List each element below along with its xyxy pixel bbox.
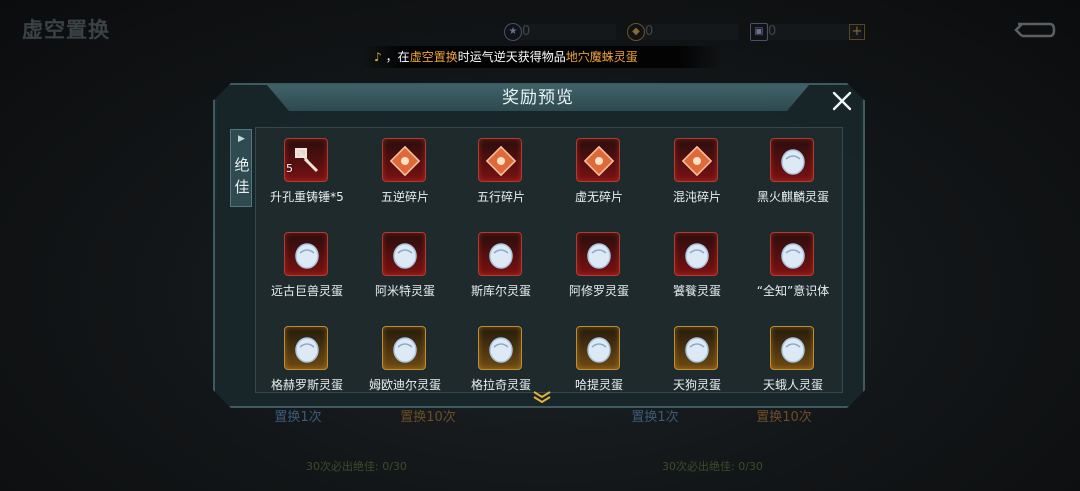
spirit-egg-icon bbox=[284, 232, 328, 276]
guarantee-text: 30次必出绝佳: 0/30 bbox=[306, 460, 407, 473]
guarantee-text: 30次必出绝佳: 0/30 bbox=[662, 460, 763, 473]
reward-item[interactable]: 格拉奇灵蛋 bbox=[452, 320, 550, 393]
spirit-egg-icon bbox=[284, 326, 328, 370]
reward-preview-modal: 奖励预览 ▶ 绝佳 5 升孔重铸锤*5 五逆碎片 五行碎片 虚无碎片 混沌碎片 黑火麒麟灵蛋… bbox=[213, 83, 865, 408]
item-label: “全知”意识体 bbox=[756, 284, 830, 298]
currency-value: 0 bbox=[768, 24, 777, 39]
bell-icon: ♪ bbox=[374, 50, 382, 64]
spirit-egg-icon bbox=[576, 232, 620, 276]
announcement-place: 虚空置换 bbox=[409, 50, 458, 64]
hammer-icon bbox=[284, 138, 328, 182]
modal-title: 奖励预览 bbox=[267, 85, 809, 111]
fragment-icon bbox=[576, 138, 620, 182]
reward-item[interactable]: 五行碎片 bbox=[452, 132, 550, 214]
spirit-egg-icon bbox=[770, 232, 814, 276]
item-label: 天蛾人灵蛋 bbox=[762, 378, 823, 392]
add-currency-button[interactable]: + bbox=[849, 24, 865, 40]
reward-item[interactable]: “全知”意识体 bbox=[744, 226, 842, 308]
spirit-egg-icon bbox=[770, 138, 814, 182]
reward-item[interactable]: 格赫罗斯灵蛋 bbox=[258, 320, 356, 393]
exchange-ten-button[interactable]: 置换10次 bbox=[740, 405, 828, 431]
announcement-item: 地穴魔蛛灵蛋 bbox=[565, 50, 638, 64]
spirit-egg-icon bbox=[674, 326, 718, 370]
reward-item[interactable]: 虚无碎片 bbox=[550, 132, 648, 214]
gold-coin-icon: ◆ bbox=[627, 23, 645, 41]
reward-item[interactable]: 五逆碎片 bbox=[356, 132, 454, 214]
announcement-prefix: ，在 bbox=[385, 50, 410, 64]
reward-item[interactable]: 饕餮灵蛋 bbox=[648, 226, 746, 308]
fragment-icon bbox=[674, 138, 718, 182]
reward-item[interactable]: 天蛾人灵蛋 bbox=[744, 320, 842, 393]
spirit-egg-icon bbox=[382, 326, 426, 370]
screen-title: 虚空置换 bbox=[22, 18, 110, 42]
exchange-once-button[interactable]: 置换1次 bbox=[611, 405, 699, 431]
exchange-ten-button[interactable]: 置换10次 bbox=[384, 405, 472, 431]
close-icon[interactable] bbox=[831, 90, 853, 112]
reward-item[interactable]: 姆欧迪尔灵蛋 bbox=[356, 320, 454, 393]
reward-item[interactable]: 混沌碎片 bbox=[648, 132, 746, 214]
reward-item[interactable]: 阿米特灵蛋 bbox=[356, 226, 454, 308]
reward-grid: 5 升孔重铸锤*5 五逆碎片 五行碎片 虚无碎片 混沌碎片 黑火麒麟灵蛋远古巨兽灵蛋 阿米特灵… bbox=[255, 127, 843, 393]
fragment-icon bbox=[478, 138, 522, 182]
announcement-middle: 时运气逆天获得物品 bbox=[457, 50, 566, 64]
reward-item[interactable]: 5 升孔重铸锤*5 bbox=[258, 132, 356, 214]
reward-item[interactable]: 斯库尔灵蛋 bbox=[452, 226, 550, 308]
spirit-egg-icon bbox=[478, 326, 522, 370]
spirit-egg-icon bbox=[382, 232, 426, 276]
tab-arrow-icon: ▶ bbox=[238, 134, 245, 144]
exchange-once-button[interactable]: 置换1次 bbox=[254, 405, 342, 431]
tab-label: 绝佳 bbox=[234, 156, 250, 196]
reward-item[interactable]: 远古巨兽灵蛋 bbox=[258, 226, 356, 308]
scroll-down-icon[interactable] bbox=[533, 391, 551, 403]
reward-item[interactable]: 哈提灵蛋 bbox=[550, 320, 648, 393]
spirit-egg-icon bbox=[576, 326, 620, 370]
tab-excellent[interactable]: ▶ 绝佳 bbox=[230, 129, 252, 207]
currency-value: 0 bbox=[522, 24, 531, 39]
currency-value: 0 bbox=[645, 24, 654, 39]
reward-item[interactable]: 天狗灵蛋 bbox=[648, 320, 746, 393]
fragment-icon bbox=[382, 138, 426, 182]
reward-item[interactable]: 阿修罗灵蛋 bbox=[550, 226, 648, 308]
spirit-egg-icon bbox=[770, 326, 814, 370]
back-icon[interactable] bbox=[1012, 18, 1056, 42]
item-label: 黑火麒麟灵蛋 bbox=[756, 190, 829, 204]
star-token-icon: ★ bbox=[504, 23, 522, 41]
spirit-egg-icon bbox=[478, 232, 522, 276]
announcement-bar: ♪ ，在虚空置换时运气逆天获得物品地穴魔蛛灵蛋 bbox=[362, 46, 722, 68]
ticket-icon: ▣ bbox=[750, 23, 768, 41]
reward-item[interactable]: 黑火麒麟灵蛋 bbox=[744, 132, 842, 214]
item-quantity: 5 bbox=[286, 162, 293, 175]
spirit-egg-icon bbox=[674, 232, 718, 276]
